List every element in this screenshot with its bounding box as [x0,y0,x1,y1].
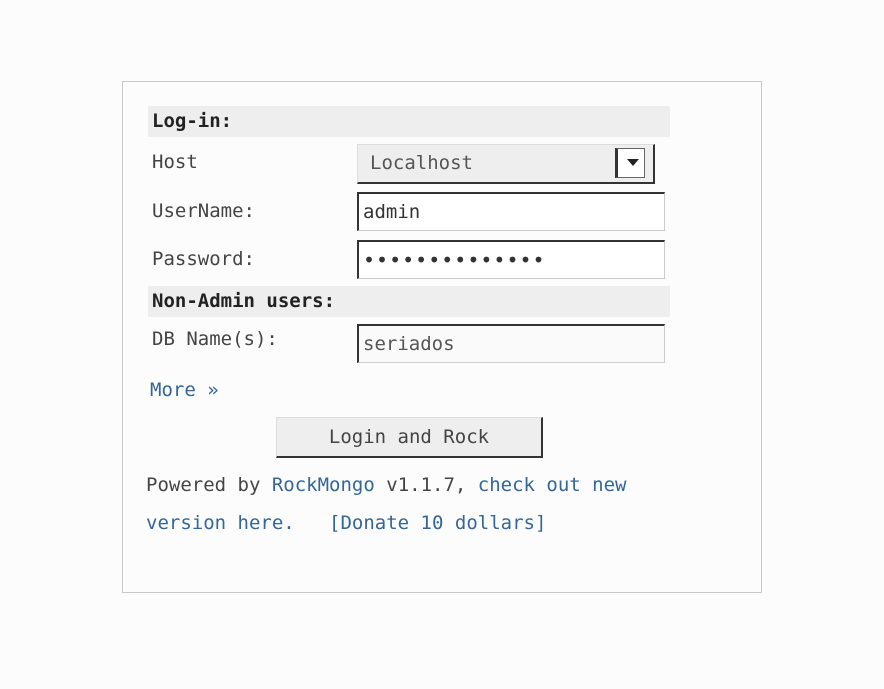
login-section-header: Log-in: [148,106,670,137]
footer-text: Powered by RockMongo v1.1.7, check out n… [146,466,706,542]
db-names-label: DB Name(s): [152,328,278,350]
db-names-input[interactable] [357,324,665,363]
powered-by-text: Powered by [146,474,261,496]
host-label: Host [152,151,198,173]
more-link[interactable]: More » [150,379,219,401]
host-select[interactable]: Localhost [357,144,655,184]
password-input[interactable] [357,240,665,279]
login-button[interactable]: Login and Rock [276,417,543,458]
version-text: v1.1.7, [386,474,467,496]
rockmongo-link[interactable]: RockMongo [272,474,375,496]
username-label: UserName: [152,200,255,222]
password-label: Password: [152,248,255,270]
username-input[interactable] [357,192,665,231]
page: Log-in: Host Localhost UserName: Passwor… [0,0,884,689]
login-panel: Log-in: Host Localhost UserName: Passwor… [122,81,762,593]
host-select-value: Localhost [370,152,473,174]
chevron-down-icon[interactable] [615,148,645,178]
donate-link[interactable]: [Donate 10 dollars] [329,512,546,534]
non-admin-section-header: Non-Admin users: [148,286,670,317]
